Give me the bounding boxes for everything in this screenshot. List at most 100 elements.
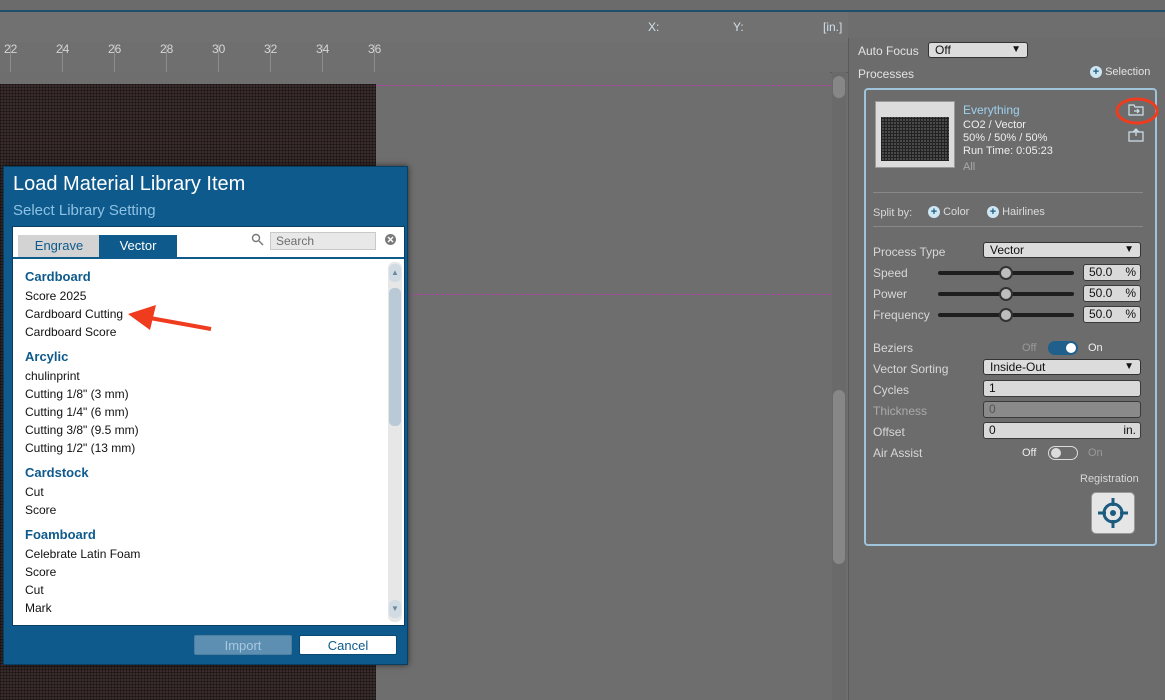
power-value: 50.0 bbox=[1089, 286, 1113, 300]
list-item[interactable]: Cutting 3/8" (9.5 mm) bbox=[25, 423, 139, 437]
process-type-label: Process Type bbox=[873, 245, 946, 259]
process-settings-text: 50% / 50% / 50% bbox=[963, 132, 1048, 144]
split-hairlines-button[interactable]: + Hairlines bbox=[987, 206, 1045, 219]
coordinate-bar: X: Y: [in.] bbox=[0, 12, 848, 42]
percent-unit: % bbox=[1125, 286, 1136, 300]
percent-unit: % bbox=[1125, 265, 1136, 279]
list-item[interactable]: Cut bbox=[25, 583, 44, 597]
scroll-up-arrow[interactable]: ▲ bbox=[389, 264, 401, 282]
category-header: Cardboard bbox=[25, 269, 91, 284]
power-slider-handle[interactable] bbox=[999, 287, 1013, 301]
thickness-input[interactable]: 0 bbox=[983, 401, 1141, 418]
air-assist-off-label: Off bbox=[1022, 447, 1037, 459]
list-item[interactable]: Cardboard Cutting bbox=[25, 307, 123, 321]
tab-engrave[interactable]: Engrave bbox=[18, 235, 100, 257]
save-library-icon[interactable] bbox=[1128, 128, 1144, 142]
bed-boundary-line bbox=[376, 294, 830, 295]
top-toolbar-strip bbox=[0, 0, 1165, 12]
clear-search-icon[interactable] bbox=[384, 233, 397, 249]
list-item[interactable]: Cutting 1/4" (6 mm) bbox=[25, 405, 129, 419]
scroll-thumb[interactable] bbox=[833, 390, 845, 564]
divider bbox=[873, 192, 1143, 193]
auto-focus-value: Off bbox=[935, 43, 951, 57]
list-item[interactable]: Cutting 1/2" (13 mm) bbox=[25, 441, 135, 455]
list-item[interactable]: Score bbox=[25, 503, 56, 517]
unit-label: [in.] bbox=[823, 20, 843, 34]
speed-slider-handle[interactable] bbox=[999, 266, 1013, 280]
scroll-up-arrow[interactable] bbox=[833, 76, 845, 98]
process-name: Everything bbox=[963, 103, 1020, 117]
process-type-select[interactable]: Vector ▼ bbox=[983, 242, 1141, 258]
import-button[interactable]: Import bbox=[194, 635, 292, 655]
air-assist-on-label: On bbox=[1088, 447, 1103, 459]
list-item[interactable]: Score 2025 bbox=[25, 289, 86, 303]
toggle-knob bbox=[1051, 448, 1061, 458]
list-item[interactable]: Cut bbox=[25, 485, 44, 499]
scroll-thumb[interactable] bbox=[389, 288, 401, 426]
load-material-dialog: Load Material Library Item Select Librar… bbox=[3, 166, 408, 665]
power-input[interactable]: 50.0% bbox=[1083, 285, 1141, 302]
toggle-knob bbox=[1066, 343, 1076, 353]
offset-input[interactable]: 0 in. bbox=[983, 422, 1141, 439]
thumbnail-pattern bbox=[881, 117, 949, 161]
dialog-title: Load Material Library Item bbox=[13, 173, 246, 195]
list-item[interactable]: chulinprint bbox=[25, 369, 80, 383]
list-item[interactable]: Cutting 1/8" (3 mm) bbox=[25, 387, 129, 401]
list-item[interactable]: Cardboard Score bbox=[25, 325, 116, 339]
offset-label: Offset bbox=[873, 425, 905, 439]
scroll-down-arrow[interactable]: ▼ bbox=[389, 600, 401, 618]
speed-label: Speed bbox=[873, 266, 908, 280]
vector-sorting-label: Vector Sorting bbox=[873, 362, 949, 376]
ruler-label: 36 bbox=[368, 42, 382, 56]
process-scope-text: All bbox=[963, 161, 976, 173]
split-by-label: Split by: bbox=[873, 207, 913, 219]
beziers-toggle[interactable] bbox=[1048, 341, 1078, 355]
process-type-value: Vector bbox=[990, 243, 1025, 257]
crosshair-icon bbox=[1098, 498, 1128, 528]
library-tabs: Engrave Vector Search bbox=[13, 227, 404, 259]
run-time-text: Run Time: 0:05:23 bbox=[963, 145, 1053, 157]
ruler-label: 28 bbox=[160, 42, 174, 56]
canvas-scrollbar[interactable] bbox=[832, 72, 846, 700]
frequency-value: 50.0 bbox=[1089, 307, 1113, 321]
beziers-off-label: Off bbox=[1022, 342, 1037, 354]
vector-sorting-select[interactable]: Inside-Out ▼ bbox=[983, 359, 1141, 375]
selection-label: Selection bbox=[1105, 66, 1151, 78]
cycles-input[interactable]: 1 bbox=[983, 380, 1141, 397]
cycles-label: Cycles bbox=[873, 383, 910, 397]
process-type-text: CO2 / Vector bbox=[963, 119, 1026, 131]
process-thumbnail bbox=[875, 101, 955, 168]
chevron-down-icon: ▼ bbox=[1124, 361, 1134, 372]
plus-icon: + bbox=[1090, 66, 1102, 79]
processes-heading: Processes bbox=[858, 67, 915, 81]
air-assist-toggle[interactable] bbox=[1048, 446, 1078, 460]
frequency-input[interactable]: 50.0% bbox=[1083, 306, 1141, 323]
list-scrollbar[interactable]: ▲ ▼ bbox=[388, 262, 402, 622]
add-selection-button[interactable]: + Selection bbox=[1090, 66, 1151, 79]
frequency-label: Frequency bbox=[873, 308, 930, 322]
tab-vector[interactable]: Vector bbox=[99, 235, 177, 257]
auto-focus-select[interactable]: Off ▼ bbox=[928, 42, 1028, 58]
list-item[interactable]: Mark bbox=[25, 601, 52, 615]
category-header: Arcylic bbox=[25, 349, 69, 364]
list-item[interactable]: Score bbox=[25, 565, 56, 579]
offset-value: 0 bbox=[989, 423, 996, 437]
registration-button[interactable] bbox=[1091, 492, 1135, 534]
split-color-button[interactable]: + Color bbox=[928, 206, 969, 219]
speed-input[interactable]: 50.0% bbox=[1083, 264, 1141, 281]
search-icon bbox=[251, 233, 264, 249]
beziers-label: Beziers bbox=[873, 341, 914, 355]
percent-unit: % bbox=[1125, 307, 1136, 321]
list-item[interactable]: Celebrate Latin Foam bbox=[25, 547, 140, 561]
search-input[interactable]: Search bbox=[270, 232, 376, 250]
beziers-on-label: On bbox=[1088, 342, 1103, 354]
library-list[interactable]: Cardboard Score 2025 Cardboard Cutting C… bbox=[13, 259, 387, 625]
speed-value: 50.0 bbox=[1089, 265, 1113, 279]
cancel-button[interactable]: Cancel bbox=[299, 635, 397, 655]
thickness-label: Thickness bbox=[873, 404, 928, 418]
frequency-slider-handle[interactable] bbox=[999, 308, 1013, 322]
annotation-circle bbox=[1115, 97, 1159, 125]
process-card[interactable]: Everything CO2 / Vector 50% / 50% / 50% … bbox=[864, 88, 1157, 546]
plus-icon: + bbox=[987, 206, 999, 219]
ruler-label: 34 bbox=[316, 42, 330, 56]
